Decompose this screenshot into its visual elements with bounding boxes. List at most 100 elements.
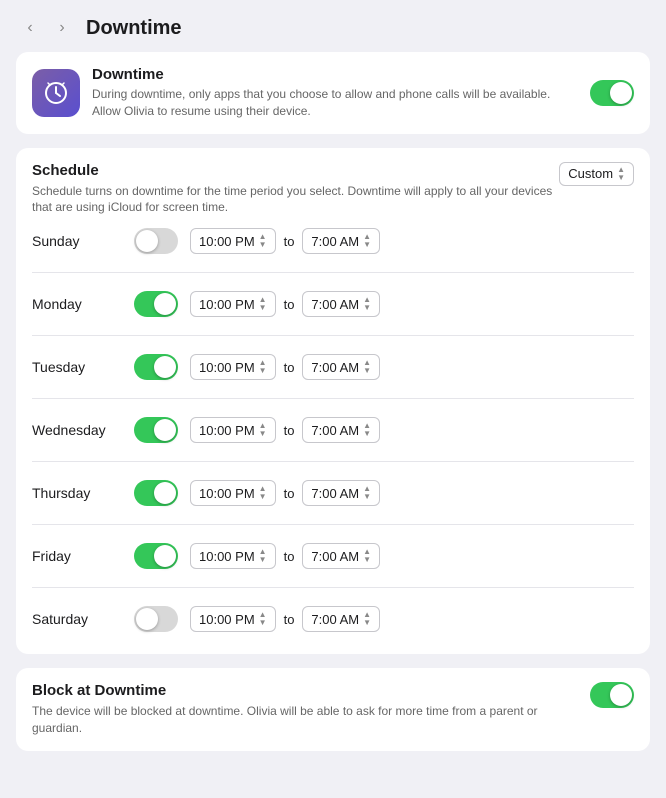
schedule-mode-chevrons: ▲ ▼	[617, 166, 625, 182]
day-label: Tuesday	[32, 359, 122, 375]
to-label: to	[284, 423, 295, 438]
day-toggle-knob	[154, 545, 176, 567]
to-time-picker[interactable]: 7:00 AM ▲ ▼	[302, 417, 380, 443]
day-toggle-friday[interactable]	[134, 543, 178, 569]
forward-button[interactable]: ›	[48, 14, 76, 42]
from-time-chevrons: ▲ ▼	[259, 422, 267, 438]
block-at-downtime-card: Block at Downtime The device will be blo…	[16, 668, 650, 751]
downtime-toggle[interactable]	[590, 80, 634, 106]
to-label: to	[284, 234, 295, 249]
downtime-title: Downtime	[92, 66, 578, 83]
day-divider	[32, 524, 634, 525]
downtime-header-card: Downtime During downtime, only apps that…	[16, 52, 650, 134]
day-toggle-knob	[136, 608, 158, 630]
to-time-value: 7:00 AM	[311, 486, 359, 501]
day-label: Thursday	[32, 485, 122, 501]
block-at-downtime-text: Block at Downtime The device will be blo…	[32, 682, 578, 737]
to-time-chevrons: ▲ ▼	[363, 296, 371, 312]
day-row: Thursday 10:00 PM ▲ ▼ to 7:00 AM	[32, 472, 634, 514]
day-divider	[32, 272, 634, 273]
schedule-card: Schedule Schedule turns on downtime for …	[16, 148, 650, 655]
from-time-value: 10:00 PM	[199, 423, 255, 438]
day-label: Wednesday	[32, 422, 122, 438]
from-time-picker[interactable]: 10:00 PM ▲ ▼	[190, 480, 276, 506]
schedule-description: Schedule turns on downtime for the time …	[32, 183, 559, 217]
schedule-header: Schedule Schedule turns on downtime for …	[32, 162, 634, 217]
block-toggle-track	[590, 682, 634, 708]
from-time-chevrons: ▲ ▼	[259, 485, 267, 501]
schedule-mode-select[interactable]: Custom ▲ ▼	[559, 162, 634, 186]
day-toggle-monday[interactable]	[134, 291, 178, 317]
to-time-picker[interactable]: 7:00 AM ▲ ▼	[302, 228, 380, 254]
to-time-value: 7:00 AM	[311, 234, 359, 249]
day-toggle-knob	[154, 482, 176, 504]
day-toggle-knob	[154, 293, 176, 315]
day-divider	[32, 587, 634, 588]
day-row: Sunday 10:00 PM ▲ ▼ to 7:00 AM	[32, 220, 634, 262]
day-toggle-knob	[136, 230, 158, 252]
day-row: Tuesday 10:00 PM ▲ ▼ to 7:00 AM	[32, 346, 634, 388]
to-time-value: 7:00 AM	[311, 612, 359, 627]
day-rows: Sunday 10:00 PM ▲ ▼ to 7:00 AM	[32, 220, 634, 640]
block-at-downtime-toggle[interactable]	[590, 682, 634, 708]
day-toggle-thursday[interactable]	[134, 480, 178, 506]
day-toggle-saturday[interactable]	[134, 606, 178, 632]
to-time-chevrons: ▲ ▼	[363, 233, 371, 249]
day-toggle-track	[134, 480, 178, 506]
day-row: Friday 10:00 PM ▲ ▼ to 7:00 AM	[32, 535, 634, 577]
day-toggle-sunday[interactable]	[134, 228, 178, 254]
time-section: 10:00 PM ▲ ▼ to 7:00 AM ▲ ▼	[190, 291, 634, 317]
from-time-picker[interactable]: 10:00 PM ▲ ▼	[190, 228, 276, 254]
to-time-value: 7:00 AM	[311, 549, 359, 564]
to-label: to	[284, 612, 295, 627]
from-time-value: 10:00 PM	[199, 549, 255, 564]
day-divider	[32, 335, 634, 336]
from-time-chevrons: ▲ ▼	[259, 359, 267, 375]
day-label: Saturday	[32, 611, 122, 627]
day-row: Monday 10:00 PM ▲ ▼ to 7:00 AM	[32, 283, 634, 325]
day-toggle-track	[134, 417, 178, 443]
from-time-picker[interactable]: 10:00 PM ▲ ▼	[190, 291, 276, 317]
from-time-picker[interactable]: 10:00 PM ▲ ▼	[190, 354, 276, 380]
downtime-description: During downtime, only apps that you choo…	[92, 86, 578, 120]
day-toggle-tuesday[interactable]	[134, 354, 178, 380]
header: ‹ › Downtime	[0, 0, 666, 52]
time-section: 10:00 PM ▲ ▼ to 7:00 AM ▲ ▼	[190, 228, 634, 254]
content-area: Downtime During downtime, only apps that…	[0, 52, 666, 798]
to-label: to	[284, 549, 295, 564]
day-toggle-wednesday[interactable]	[134, 417, 178, 443]
time-section: 10:00 PM ▲ ▼ to 7:00 AM ▲ ▼	[190, 543, 634, 569]
from-time-picker[interactable]: 10:00 PM ▲ ▼	[190, 606, 276, 632]
from-time-chevrons: ▲ ▼	[259, 611, 267, 627]
to-time-picker[interactable]: 7:00 AM ▲ ▼	[302, 606, 380, 632]
from-time-value: 10:00 PM	[199, 486, 255, 501]
from-time-picker[interactable]: 10:00 PM ▲ ▼	[190, 417, 276, 443]
block-at-downtime-description: The device will be blocked at downtime. …	[32, 703, 578, 737]
downtime-toggle-track	[590, 80, 634, 106]
to-time-value: 7:00 AM	[311, 297, 359, 312]
day-toggle-knob	[154, 419, 176, 441]
from-time-picker[interactable]: 10:00 PM ▲ ▼	[190, 543, 276, 569]
time-section: 10:00 PM ▲ ▼ to 7:00 AM ▲ ▼	[190, 354, 634, 380]
day-toggle-track	[134, 228, 178, 254]
day-row: Wednesday 10:00 PM ▲ ▼ to 7:00 AM	[32, 409, 634, 451]
to-time-chevrons: ▲ ▼	[363, 422, 371, 438]
to-time-picker[interactable]: 7:00 AM ▲ ▼	[302, 543, 380, 569]
downtime-info: Downtime During downtime, only apps that…	[92, 66, 578, 120]
time-section: 10:00 PM ▲ ▼ to 7:00 AM ▲ ▼	[190, 606, 634, 632]
to-label: to	[284, 486, 295, 501]
day-toggle-knob	[154, 356, 176, 378]
back-button[interactable]: ‹	[16, 14, 44, 42]
downtime-toggle-knob	[610, 82, 632, 104]
to-time-value: 7:00 AM	[311, 423, 359, 438]
day-toggle-track	[134, 291, 178, 317]
to-time-picker[interactable]: 7:00 AM ▲ ▼	[302, 354, 380, 380]
day-label: Sunday	[32, 233, 122, 249]
block-at-downtime-title: Block at Downtime	[32, 682, 578, 699]
from-time-value: 10:00 PM	[199, 234, 255, 249]
to-time-value: 7:00 AM	[311, 360, 359, 375]
day-row: Saturday 10:00 PM ▲ ▼ to 7:00 AM	[32, 598, 634, 640]
to-time-picker[interactable]: 7:00 AM ▲ ▼	[302, 291, 380, 317]
to-time-picker[interactable]: 7:00 AM ▲ ▼	[302, 480, 380, 506]
schedule-mode-label: Custom	[568, 166, 613, 181]
